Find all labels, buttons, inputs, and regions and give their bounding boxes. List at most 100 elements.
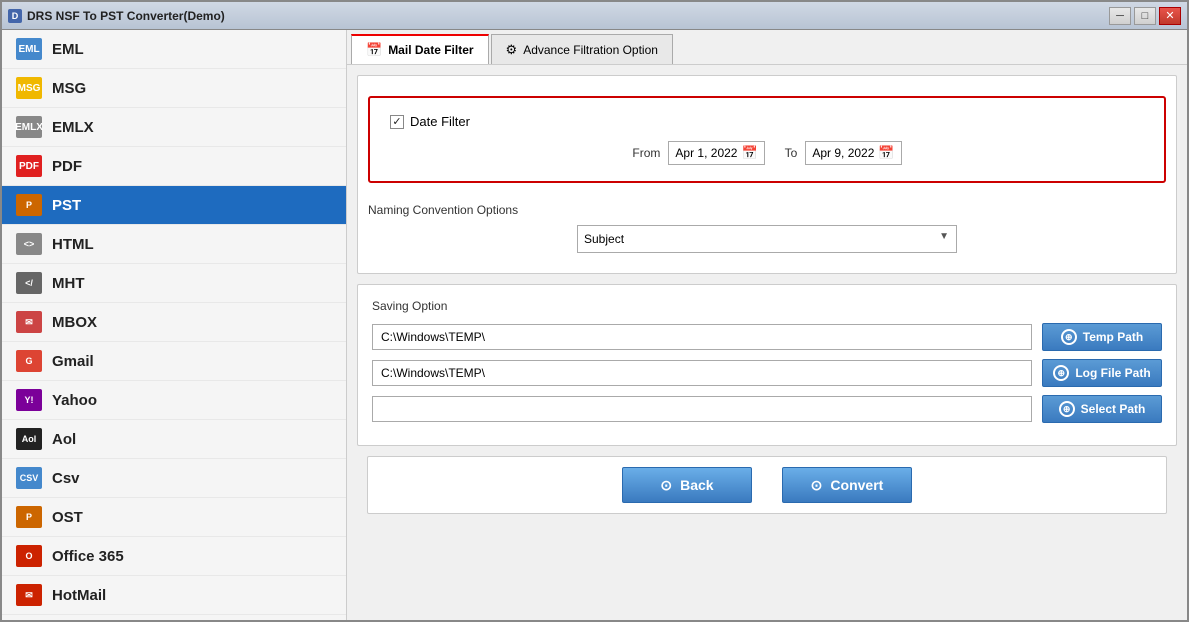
naming-convention-section: Naming Convention Options Subject Date S… xyxy=(368,193,1166,263)
window-title: DRS NSF To PST Converter(Demo) xyxy=(27,9,225,23)
saving-section: Saving Option ⊕ Temp Path ⊕ Log File Pat… xyxy=(357,284,1177,446)
close-button[interactable]: ✕ xyxy=(1159,7,1181,25)
sidebar-item-csv[interactable]: CSV Csv xyxy=(2,459,346,498)
select-path-btn-label: Select Path xyxy=(1081,402,1146,416)
convert-icon: ⊙ xyxy=(811,477,823,494)
sidebar-item-emlx[interactable]: EMLX EMLX xyxy=(2,108,346,147)
title-bar-left: D DRS NSF To PST Converter(Demo) xyxy=(8,9,225,23)
tabs-bar: 📅 Mail Date Filter ⚙ Advance Filtration … xyxy=(347,30,1187,65)
sidebar-item-label-yahoo: Yahoo xyxy=(52,392,97,409)
from-label: From xyxy=(632,146,660,160)
temp-path-button[interactable]: ⊕ Temp Path xyxy=(1042,323,1162,351)
pst-icon: P xyxy=(16,194,42,216)
content-area: EML EML MSGMSG EMLX EMLX PDF PDF P PST <> HTML </ MH… xyxy=(2,30,1187,620)
temp-path-input[interactable] xyxy=(372,324,1032,350)
main-window: D DRS NSF To PST Converter(Demo) ─ □ ✕ E… xyxy=(0,0,1189,622)
sidebar-item-label-hotmail: HotMail xyxy=(52,587,106,604)
mbox-icon: ✉ xyxy=(16,311,42,333)
saving-option-label: Saving Option xyxy=(372,299,1162,313)
naming-convention-label: Naming Convention Options xyxy=(368,203,1166,217)
sidebar-item-ost[interactable]: P OST xyxy=(2,498,346,537)
sidebar-item-label-gmail: Gmail xyxy=(52,353,94,370)
csv-icon: CSV xyxy=(16,467,42,489)
to-date-group: To Apr 9, 2022 📅 xyxy=(785,141,902,165)
sidebar-item-label-office365: Office 365 xyxy=(52,548,124,565)
convert-button[interactable]: ⊙ Convert xyxy=(782,467,912,503)
date-filter-header: Date Filter xyxy=(390,114,1144,129)
filter-section: Date Filter From Apr 1, 2022 📅 xyxy=(357,75,1177,274)
back-button[interactable]: ⊙ Back xyxy=(622,467,752,503)
sidebar-item-pst[interactable]: P PST xyxy=(2,186,346,225)
mht-icon: </ xyxy=(16,272,42,294)
date-filter-label: Date Filter xyxy=(410,114,470,129)
to-label: To xyxy=(785,146,798,160)
select-path-row: ⊕ Select Path xyxy=(372,395,1162,423)
naming-convention-select[interactable]: Subject Date Sender Subject+Date xyxy=(577,225,957,253)
aol-icon: Aol xyxy=(16,428,42,450)
sidebar-item-mht[interactable]: </ MHT xyxy=(2,264,346,303)
date-filter-box: Date Filter From Apr 1, 2022 📅 xyxy=(368,96,1166,183)
gmail-icon: G xyxy=(16,350,42,372)
sidebar-item-eml[interactable]: EML EML xyxy=(2,30,346,69)
sidebar-item-office365[interactable]: O Office 365 xyxy=(2,537,346,576)
back-label: Back xyxy=(680,477,713,493)
date-row: From Apr 1, 2022 📅 To Apr 9, 2022 xyxy=(390,141,1144,165)
sidebar-item-label-eml: EML xyxy=(52,41,84,58)
to-date-value: Apr 9, 2022 xyxy=(812,146,874,160)
select-path-circle-icon: ⊕ xyxy=(1059,401,1075,417)
tab-mail-date-filter-label: Mail Date Filter xyxy=(388,43,473,57)
sidebar-item-label-pdf: PDF xyxy=(52,158,82,175)
pdf-icon: PDF xyxy=(16,155,42,177)
footer-bar: ⊙ Back ⊙ Convert xyxy=(367,456,1167,514)
emlx-icon: EMLX xyxy=(16,116,42,138)
title-bar-controls: ─ □ ✕ xyxy=(1109,7,1181,25)
sidebar-item-label-emlx: EMLX xyxy=(52,119,94,136)
main-panel: 📅 Mail Date Filter ⚙ Advance Filtration … xyxy=(347,30,1187,620)
sidebar-item-hotmail[interactable]: ✉ HotMail xyxy=(2,576,346,615)
sidebar-item-msg[interactable]: MSGMSG xyxy=(2,69,346,108)
sidebar: EML EML MSGMSG EMLX EMLX PDF PDF P PST <> HTML </ MH… xyxy=(2,30,347,620)
to-date-input[interactable]: Apr 9, 2022 📅 xyxy=(805,141,901,165)
log-file-path-row: ⊕ Log File Path xyxy=(372,359,1162,387)
tab-mail-date-filter[interactable]: 📅 Mail Date Filter xyxy=(351,34,489,64)
sidebar-item-label-mht: MHT xyxy=(52,275,85,292)
sidebar-item-aol[interactable]: AolAol xyxy=(2,420,346,459)
log-file-path-input[interactable] xyxy=(372,360,1032,386)
sidebar-item-liveexchange[interactable]: ⇄LiveExchange xyxy=(2,615,346,620)
app-icon: D xyxy=(8,9,22,23)
filter-icon: ⚙ xyxy=(506,42,518,58)
eml-icon: EML xyxy=(16,38,42,60)
select-path-input[interactable] xyxy=(372,396,1032,422)
log-file-path-button[interactable]: ⊕ Log File Path xyxy=(1042,359,1162,387)
sidebar-item-gmail[interactable]: G Gmail xyxy=(2,342,346,381)
hotmail-icon: ✉ xyxy=(16,584,42,606)
maximize-button[interactable]: □ xyxy=(1134,7,1156,25)
tab-advance-filtration[interactable]: ⚙ Advance Filtration Option xyxy=(491,34,673,64)
yahoo-icon: Y! xyxy=(16,389,42,411)
sidebar-item-mbox[interactable]: ✉MBOX xyxy=(2,303,346,342)
from-date-group: From Apr 1, 2022 📅 xyxy=(632,141,764,165)
sidebar-item-pdf[interactable]: PDF PDF xyxy=(2,147,346,186)
minimize-button[interactable]: ─ xyxy=(1109,7,1131,25)
office365-icon: O xyxy=(16,545,42,567)
sidebar-item-label-ost: OST xyxy=(52,509,83,526)
title-bar: D DRS NSF To PST Converter(Demo) ─ □ ✕ xyxy=(2,2,1187,30)
from-calendar-icon[interactable]: 📅 xyxy=(741,145,757,161)
sidebar-item-html[interactable]: <> HTML xyxy=(2,225,346,264)
sidebar-item-yahoo[interactable]: Y! Yahoo xyxy=(2,381,346,420)
ost-icon: P xyxy=(16,506,42,528)
html-icon: <> xyxy=(16,233,42,255)
select-path-button[interactable]: ⊕ Select Path xyxy=(1042,395,1162,423)
sidebar-item-label-msg: MSG xyxy=(52,80,86,97)
to-calendar-icon[interactable]: 📅 xyxy=(878,145,894,161)
sidebar-item-label-csv: Csv xyxy=(52,470,80,487)
temp-path-circle-icon: ⊕ xyxy=(1061,329,1077,345)
date-filter-checkbox[interactable] xyxy=(390,115,404,129)
from-date-input[interactable]: Apr 1, 2022 📅 xyxy=(668,141,764,165)
sidebar-item-label-html: HTML xyxy=(52,236,94,253)
main-content: Date Filter From Apr 1, 2022 📅 xyxy=(347,65,1187,620)
log-file-circle-icon: ⊕ xyxy=(1053,365,1069,381)
tab-advance-filtration-label: Advance Filtration Option xyxy=(523,43,658,57)
log-file-btn-label: Log File Path xyxy=(1075,366,1150,380)
sidebar-item-label-pst: PST xyxy=(52,197,81,214)
